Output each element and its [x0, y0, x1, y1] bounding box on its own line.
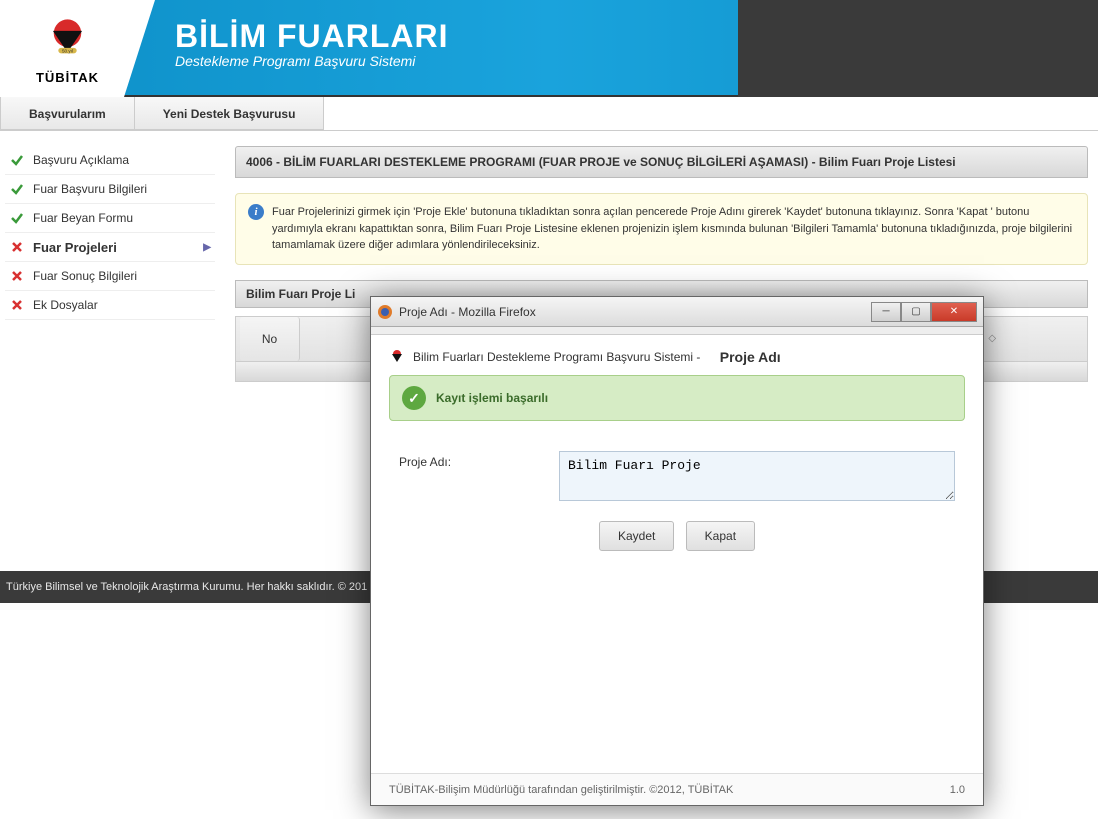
- dialog-window-title: Proje Adı - Mozilla Firefox: [399, 305, 865, 319]
- logo-icon: 50.yıl: [40, 13, 95, 68]
- dialog-button-row: Kaydet Kapat: [389, 521, 965, 551]
- dialog-footer: TÜBİTAK-Bilişim Müdürlüğü tarafından gel…: [371, 773, 983, 805]
- dialog-body: Bilim Fuarları Destekleme Programı Başvu…: [371, 335, 983, 773]
- app-title: BİLİM FUARLARI: [175, 18, 449, 55]
- firefox-icon: [377, 304, 393, 320]
- sidebar-item-fuar-basvuru[interactable]: Fuar Başvuru Bilgileri: [5, 175, 215, 204]
- header-title-box: BİLİM FUARLARI Destekleme Programı Başvu…: [155, 0, 449, 95]
- logo-text: TÜBİTAK: [36, 70, 99, 85]
- sidebar-item-fuar-beyan[interactable]: Fuar Beyan Formu: [5, 204, 215, 233]
- project-name-input[interactable]: [559, 451, 955, 501]
- cross-icon: [9, 239, 25, 255]
- dialog-footer-text: TÜBİTAK-Bilişim Müdürlüğü tarafından gel…: [389, 784, 733, 796]
- sort-icon: ◇: [988, 333, 996, 344]
- panel-title: 4006 - BİLİM FUARLARI DESTEKLEME PROGRAM…: [235, 146, 1088, 178]
- info-text: Fuar Projelerinizi girmek için 'Proje Ek…: [272, 204, 1075, 254]
- close-window-button[interactable]: ✕: [931, 302, 977, 322]
- check-icon: [9, 181, 25, 197]
- success-check-icon: ✓: [402, 386, 426, 410]
- success-text: Kayıt işlemi başarılı: [436, 391, 548, 405]
- check-icon: [9, 210, 25, 226]
- save-button[interactable]: Kaydet: [599, 521, 674, 551]
- sidebar-item-fuar-projeleri[interactable]: Fuar Projeleri ▶: [5, 233, 215, 262]
- sidebar-item-ek-dosyalar[interactable]: Ek Dosyalar: [5, 291, 215, 320]
- sidebar-item-basvuru-aciklama[interactable]: Başvuru Açıklama: [5, 146, 215, 175]
- dialog-titlebar[interactable]: Proje Adı - Mozilla Firefox ─ ▢ ✕: [371, 297, 983, 327]
- info-icon: i: [248, 204, 264, 220]
- chevron-right-icon: ▶: [203, 242, 211, 253]
- cross-icon: [9, 297, 25, 313]
- info-banner: i Fuar Projelerinizi girmek için 'Proje …: [235, 193, 1088, 265]
- logo-small-icon: [389, 349, 405, 365]
- success-message: ✓ Kayıt işlemi başarılı: [389, 375, 965, 421]
- column-no[interactable]: No: [240, 317, 300, 361]
- sidebar-item-label: Fuar Projeleri: [33, 240, 117, 255]
- sidebar-item-label: Fuar Başvuru Bilgileri: [33, 182, 147, 196]
- sidebar-item-label: Fuar Beyan Formu: [33, 211, 133, 225]
- sidebar-item-label: Başvuru Açıklama: [33, 153, 129, 167]
- dialog-heading: Bilim Fuarları Destekleme Programı Başvu…: [389, 349, 965, 375]
- dialog-toolbar: [371, 327, 983, 335]
- maximize-button[interactable]: ▢: [901, 302, 931, 322]
- sidebar-item-label: Fuar Sonuç Bilgileri: [33, 269, 137, 283]
- column-no-label: No: [262, 332, 277, 346]
- app-header: 50.yıl TÜBİTAK BİLİM FUARLARI Destekleme…: [0, 0, 1098, 97]
- svg-text:50.yıl: 50.yıl: [62, 48, 73, 53]
- project-name-dialog: Proje Adı - Mozilla Firefox ─ ▢ ✕ Bilim …: [370, 296, 984, 806]
- dialog-heading-title: Proje Adı: [720, 349, 781, 365]
- sidebar-item-fuar-sonuc[interactable]: Fuar Sonuç Bilgileri: [5, 262, 215, 291]
- check-icon: [9, 152, 25, 168]
- window-buttons: ─ ▢ ✕: [871, 302, 977, 322]
- header-dark-stripe: [738, 0, 1098, 97]
- app-subtitle: Destekleme Programı Başvuru Sistemi: [175, 53, 449, 69]
- tab-yeni-destek[interactable]: Yeni Destek Başvurusu: [135, 97, 325, 130]
- footer-text: Türkiye Bilimsel ve Teknolojik Araştırma…: [6, 581, 367, 593]
- minimize-button[interactable]: ─: [871, 302, 901, 322]
- cross-icon: [9, 268, 25, 284]
- dialog-heading-prefix: Bilim Fuarları Destekleme Programı Başvu…: [413, 350, 700, 364]
- dialog-version: 1.0: [950, 784, 965, 796]
- sidebar: Başvuru Açıklama Fuar Başvuru Bilgileri …: [5, 146, 215, 531]
- tab-basvurularim[interactable]: Başvurularım: [0, 97, 135, 130]
- project-name-label: Proje Adı:: [399, 451, 539, 469]
- tubitak-logo: 50.yıl TÜBİTAK: [36, 13, 99, 85]
- main-nav: Başvurularım Yeni Destek Başvurusu: [0, 97, 1098, 131]
- logo-container: 50.yıl TÜBİTAK: [0, 0, 155, 97]
- sidebar-item-label: Ek Dosyalar: [33, 298, 98, 312]
- close-button[interactable]: Kapat: [686, 521, 755, 551]
- form-row-project-name: Proje Adı:: [399, 451, 955, 501]
